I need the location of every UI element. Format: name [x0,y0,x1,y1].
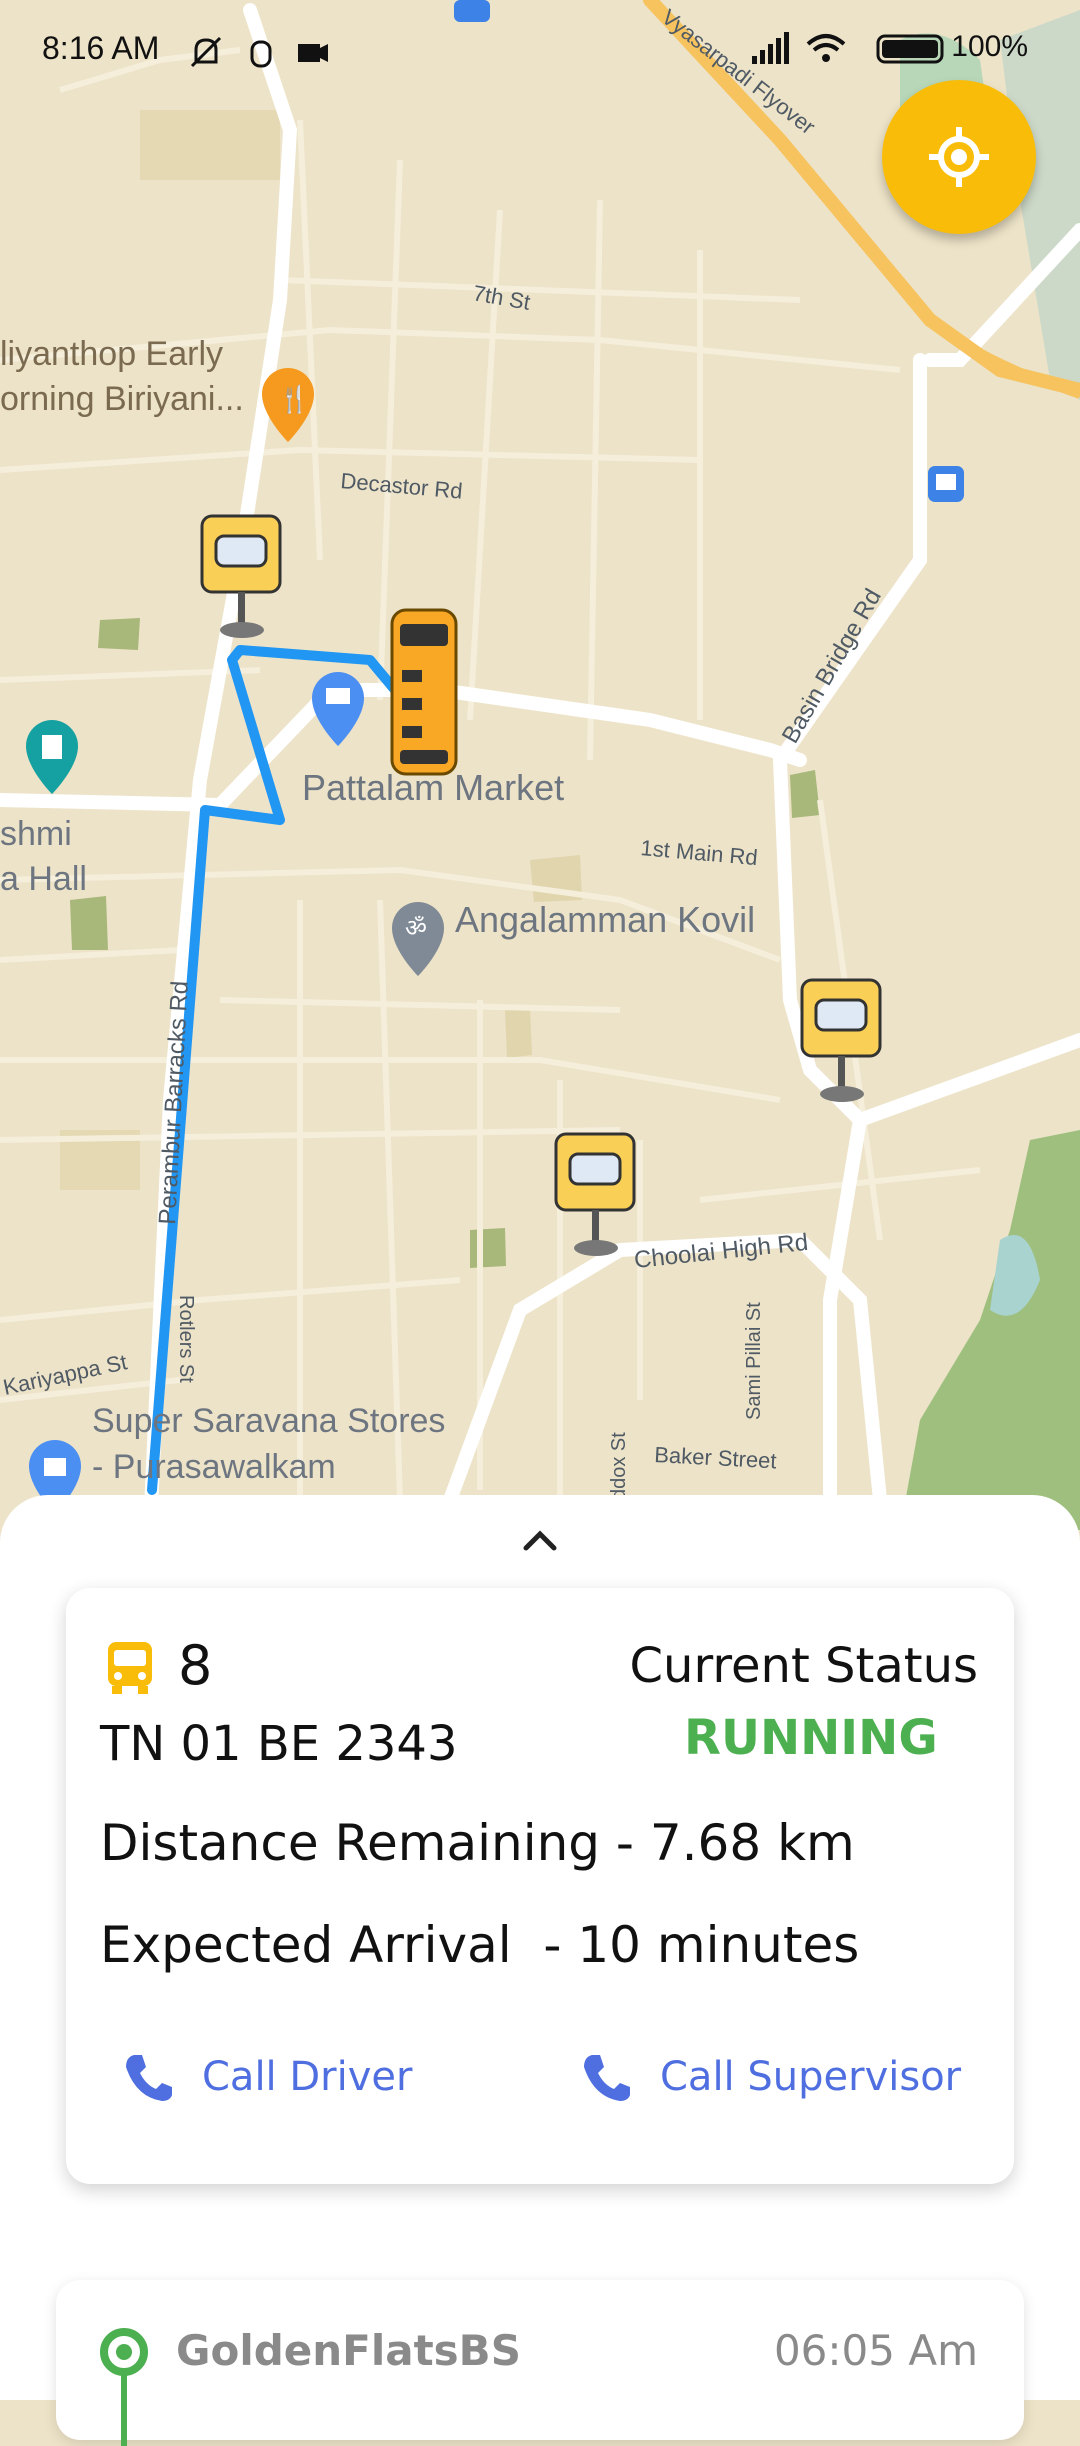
call-driver-button[interactable]: Call Driver [122,2042,412,2112]
school-bus-icon[interactable] [390,608,458,776]
system-icons [752,32,944,64]
map-label: liyanthop Early [0,335,223,373]
call-driver-label: Call Driver [202,2054,413,2100]
stop-marker-icon [100,2328,148,2446]
stop-time: 06:05 Am [773,2326,978,2375]
bus-icon [108,1642,152,1694]
call-supervisor-button[interactable]: Call Supervisor [580,2042,961,2112]
mute-icon [190,36,222,68]
map-label: Super Saravana Stores [92,1402,445,1440]
map-label: ddox St [608,1432,630,1500]
phone-icon [584,2055,630,2101]
map-label: shmi [0,815,72,853]
map-label: a Hall [0,860,87,898]
map-view[interactable]: Vyasarpadi Flyover 7th St liyanthop Earl… [0,0,1080,1530]
battery-percent: 100% [951,30,1028,63]
phone-icon [126,2055,172,2101]
video-icon [298,44,328,62]
map-label: orning Biriyani... [0,380,244,418]
notification-icons [190,36,328,68]
chevron-up-icon[interactable] [512,1520,568,1560]
my-location-button[interactable] [882,80,1036,234]
status-label: Current Status [629,1638,979,1694]
transit-icon[interactable] [928,466,964,502]
map-label: Sami Pillai St [743,1302,765,1420]
map-label: Rotlers St [175,1295,197,1383]
svg-text:🍴: 🍴 [278,384,310,415]
status-badge: RUNNING [684,1710,938,1766]
call-supervisor-label: Call Supervisor [660,2054,962,2100]
map-label: - Purasawalkam [92,1448,336,1486]
status-bar: 8:16 AM 100% [0,0,1080,100]
stop-name: GoldenFlatsBS [176,2326,521,2375]
battery-icon [876,34,944,64]
expected-arrival: Expected Arrival - 10 minutes [100,1916,860,1974]
route-number: 8 [178,1634,213,1697]
hand-icon [250,40,272,68]
map-label: Angalamman Kovil [455,899,755,940]
svg-text:ॐ: ॐ [405,914,427,942]
wifi-icon [806,34,846,62]
my-location-icon [929,127,989,187]
bus-info-card: 8 TN 01 BE 2343 Current Status RUNNING D… [66,1588,1014,2184]
vehicle-plate: TN 01 BE 2343 [100,1716,458,1772]
signal-icon [752,32,789,64]
distance-remaining: Distance Remaining - 7.68 km [100,1814,855,1872]
stop-list-item[interactable]: GoldenFlatsBS 06:05 Am [56,2280,1024,2446]
status-time: 8:16 AM [42,30,160,66]
